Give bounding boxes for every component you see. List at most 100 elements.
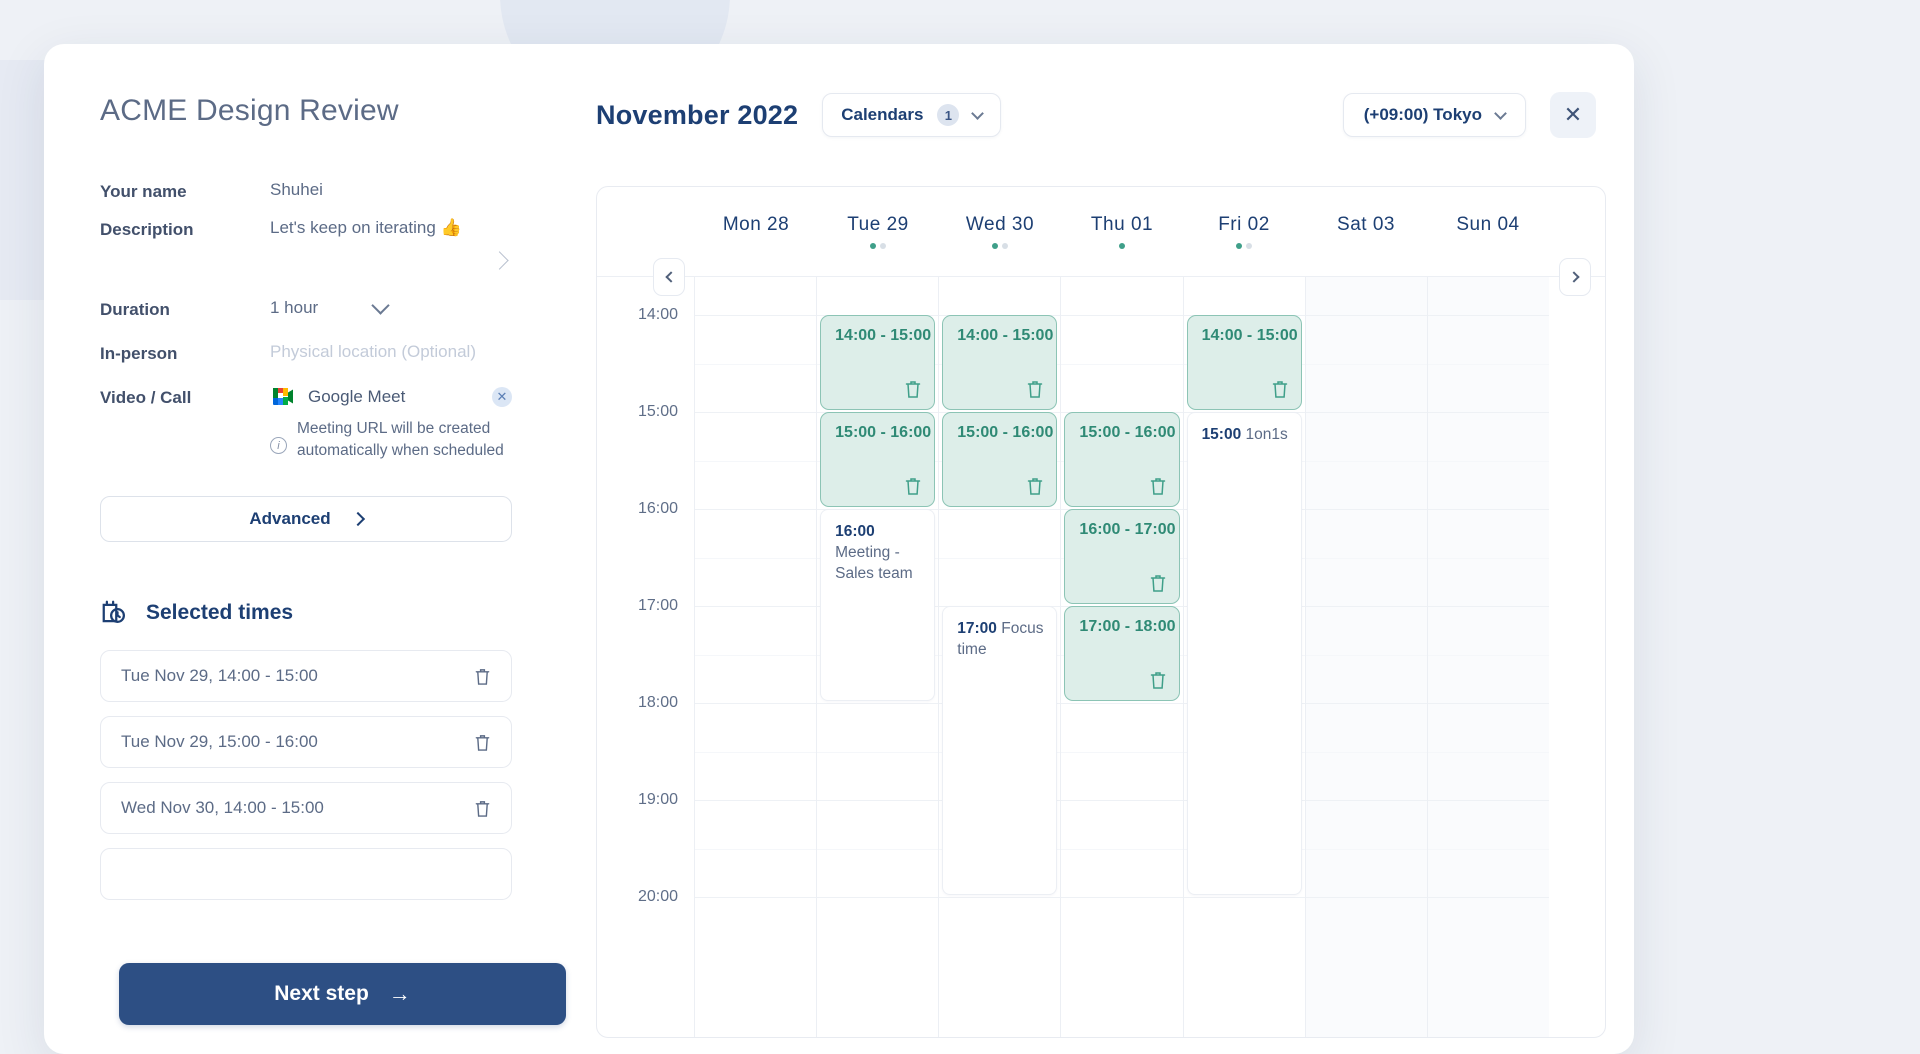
hour-gridline	[1305, 509, 1427, 510]
day-column-wed-30[interactable]: 14:00 - 15:00 15:00 - 16:00 17:00 Focus ti…	[939, 277, 1062, 1037]
selected-slot-time: 15:00 - 16:00	[957, 424, 1054, 441]
calendar-grid-body: 14:00 15:00 16:00 17:00 18:00 19:00 20:00 14:0…	[597, 277, 1605, 1037]
half-hour-gridline	[1427, 460, 1549, 462]
selected-slot-time: 15:00 - 16:00	[835, 424, 932, 441]
half-hour-gridline	[1427, 848, 1549, 850]
day-column-fri-02[interactable]: 14:00 - 15:00 15:00 1on1s	[1183, 277, 1306, 1037]
next-step-label: Next step	[274, 982, 369, 1005]
day-header-label: Tue 29	[847, 214, 909, 235]
trash-icon[interactable]	[474, 733, 491, 752]
selected-slot[interactable]: 16:00 - 17:00	[1064, 509, 1180, 604]
day-column-sun-04[interactable]	[1427, 277, 1549, 1037]
time-label: 19:00	[637, 791, 678, 808]
duration-select[interactable]: 1 hour	[270, 296, 512, 318]
hour-gridline	[695, 800, 817, 801]
hour-gridline	[1427, 800, 1549, 801]
list-item[interactable]: Tue Nov 29, 15:00 - 16:00	[100, 716, 512, 768]
day-column-tue-29[interactable]: 14:00 - 15:00 15:00 - 16:00 16:00 Meeting …	[817, 277, 940, 1037]
form-row-video-call: Video / Call Google Meet ✕	[100, 386, 512, 408]
list-item[interactable]: Wed Nov 30, 14:00 - 15:00	[100, 782, 512, 834]
day-header-thu-01[interactable]: Thu 01	[1061, 187, 1183, 276]
selected-slot[interactable]: 15:00 - 16:00	[1064, 412, 1180, 507]
busy-event-text: 17:00 Focus time	[943, 607, 1056, 660]
half-hour-gridline	[695, 557, 817, 559]
calendars-dropdown[interactable]: Calendars 1	[822, 93, 1002, 137]
trash-icon[interactable]	[474, 799, 491, 818]
half-hour-gridline	[939, 557, 1061, 559]
video-provider-name: Google Meet	[308, 386, 406, 406]
busy-event[interactable]: 15:00 1on1s	[1186, 412, 1302, 895]
selected-time-text: Tue Nov 29, 14:00 - 15:00	[121, 666, 318, 685]
day-header-mon-28[interactable]: Mon 28	[695, 187, 817, 276]
hour-gridline	[1305, 897, 1427, 898]
selected-slot-time: 14:00 - 15:00	[1201, 327, 1298, 344]
advanced-button[interactable]: Advanced	[100, 496, 512, 542]
day-header-label: Thu 01	[1090, 214, 1154, 235]
busy-event-time: 17:00	[957, 620, 997, 637]
busy-event-time: 16:00	[835, 523, 875, 540]
day-header-fri-02[interactable]: Fri 02	[1183, 187, 1305, 276]
hour-gridline	[817, 703, 939, 704]
day-column-sat-03[interactable]	[1305, 277, 1428, 1037]
list-item-partial[interactable]	[100, 848, 512, 900]
day-header-label: Sat 03	[1337, 214, 1395, 235]
selected-slot[interactable]: 17:00 - 18:00	[1064, 606, 1180, 701]
hour-gridline	[939, 897, 1061, 898]
half-hour-gridline	[1427, 654, 1549, 656]
trash-icon[interactable]	[1149, 476, 1167, 496]
selected-times-title: Selected times	[146, 601, 294, 624]
half-hour-gridline	[1305, 363, 1427, 365]
form-row-description: Description Let's keep on iterating 👍	[100, 218, 512, 240]
trash-icon[interactable]	[904, 379, 922, 399]
day-column-mon-28[interactable]	[695, 277, 818, 1037]
next-step-button[interactable]: Next step →	[119, 963, 566, 1025]
remove-video-icon[interactable]: ✕	[492, 386, 512, 407]
selected-slot[interactable]: 14:00 - 15:00	[942, 315, 1058, 410]
event-title-input[interactable]: ACME Design Review	[44, 84, 444, 128]
day-availability-dots	[1236, 242, 1252, 249]
day-availability-dots	[992, 242, 1008, 249]
timezone-dropdown[interactable]: (+09:00) Tokyo	[1342, 93, 1526, 137]
busy-event[interactable]: 16:00 Meeting - Sales team	[820, 509, 936, 701]
trash-icon[interactable]	[1149, 670, 1167, 690]
day-column-thu-01[interactable]: 15:00 - 16:00 16:00 - 17:00 17:00 - 18:00	[1061, 277, 1184, 1037]
day-header-sun-04[interactable]: Sun 04	[1427, 187, 1549, 276]
hour-gridline	[939, 509, 1061, 510]
trash-icon[interactable]	[1026, 476, 1044, 496]
trash-icon[interactable]	[1271, 379, 1289, 399]
trash-icon[interactable]	[1149, 573, 1167, 593]
selected-times-list: Tue Nov 29, 14:00 - 15:00 Tue Nov 29, 15…	[100, 650, 512, 900]
day-header-label: Sun 04	[1456, 214, 1520, 235]
selected-slot-time: 14:00 - 15:00	[957, 327, 1054, 344]
half-hour-gridline	[1305, 848, 1427, 850]
hour-gridline	[1427, 509, 1549, 510]
in-person-input[interactable]: Physical location (Optional)	[270, 342, 512, 362]
busy-event[interactable]: 17:00 Focus time	[942, 606, 1058, 895]
trash-icon[interactable]	[1026, 379, 1044, 399]
selected-slot[interactable]: 14:00 - 15:00	[820, 315, 936, 410]
close-button[interactable]: ✕	[1550, 92, 1596, 138]
trash-icon[interactable]	[474, 667, 491, 686]
your-name-input[interactable]: Shuhei	[270, 180, 512, 200]
selected-slot[interactable]: 14:00 - 15:00	[1186, 315, 1302, 410]
half-hour-gridline	[1305, 557, 1427, 559]
time-label: 18:00	[637, 694, 678, 711]
availability-dot	[880, 242, 886, 249]
event-form: Your name Shuhei Description Let's keep …	[44, 128, 568, 462]
selected-slot[interactable]: 15:00 - 16:00	[820, 412, 936, 507]
form-row-your-name: Your name Shuhei	[100, 180, 512, 202]
day-header-sat-03[interactable]: Sat 03	[1305, 187, 1427, 276]
description-resize-handle[interactable]	[100, 244, 512, 278]
day-header-wed-30[interactable]: Wed 30	[939, 187, 1061, 276]
description-input[interactable]: Let's keep on iterating 👍	[270, 218, 512, 238]
half-hour-gridline	[1061, 363, 1183, 365]
time-label: 16:00	[637, 500, 678, 517]
video-call-label: Video / Call	[100, 388, 192, 407]
half-hour-gridline	[695, 654, 817, 656]
selected-slot[interactable]: 15:00 - 16:00	[942, 412, 1058, 507]
busy-event-title: Meeting - Sales team	[835, 544, 913, 583]
day-header-tue-29[interactable]: Tue 29	[817, 187, 939, 276]
trash-icon[interactable]	[904, 476, 922, 496]
grid-right-spacer	[1549, 277, 1605, 1037]
list-item[interactable]: Tue Nov 29, 14:00 - 15:00	[100, 650, 512, 702]
